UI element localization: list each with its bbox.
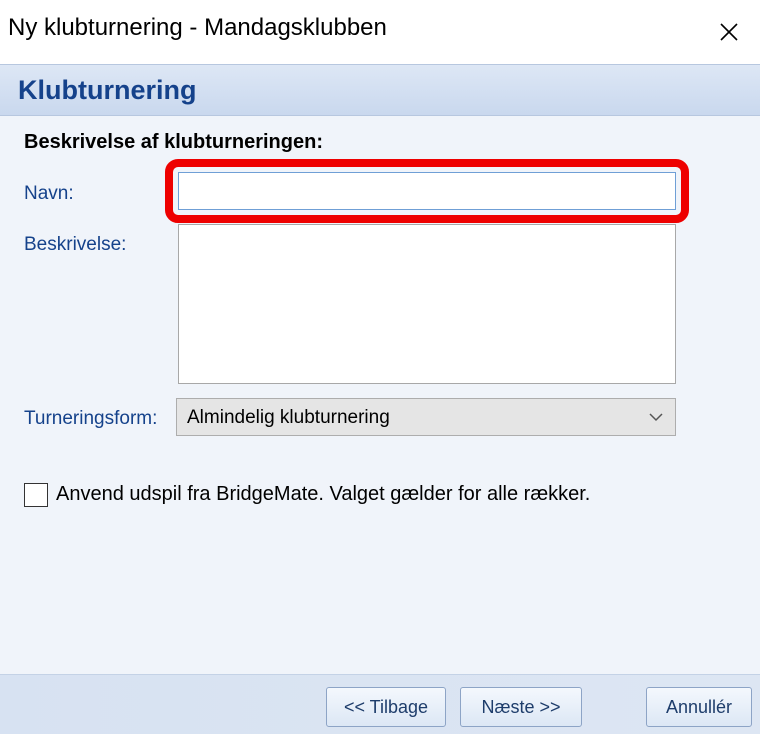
close-icon [720,23,738,41]
name-label: Navn: [24,183,74,204]
title-bar: Ny klubturnering - Mandagsklubben [0,0,760,64]
cancel-button[interactable]: Annullér [646,687,752,727]
dialog-window: Ny klubturnering - Mandagsklubben Klubtu… [0,0,760,734]
window-title: Ny klubturnering - Mandagsklubben [8,14,387,41]
description-label: Beskrivelse: [24,234,127,255]
description-textarea[interactable] [178,224,676,384]
bridgemate-checkbox[interactable] [24,483,48,507]
page-title: Klubturnering [18,75,197,105]
close-button[interactable] [698,0,760,64]
header-band: Klubturnering [0,64,760,116]
chevron-down-icon[interactable] [643,399,669,435]
section-heading: Beskrivelse af klubturneringen: [24,131,323,153]
tournament-form-label: Turneringsform: [24,408,158,429]
back-button[interactable]: << Tilbage [326,687,446,727]
button-bar: << Tilbage Næste >> Annullér [0,674,760,734]
next-button[interactable]: Næste >> [460,687,582,727]
form-area: Beskrivelse af klubturneringen: Navn: Be… [0,116,760,674]
name-input[interactable] [178,172,676,210]
tournament-form-value: Almindelig klubturnering [187,407,390,428]
tournament-form-select[interactable]: Almindelig klubturnering [176,398,676,436]
bridgemate-checkbox-label[interactable]: Anvend udspil fra BridgeMate. Valget gæl… [56,483,590,506]
